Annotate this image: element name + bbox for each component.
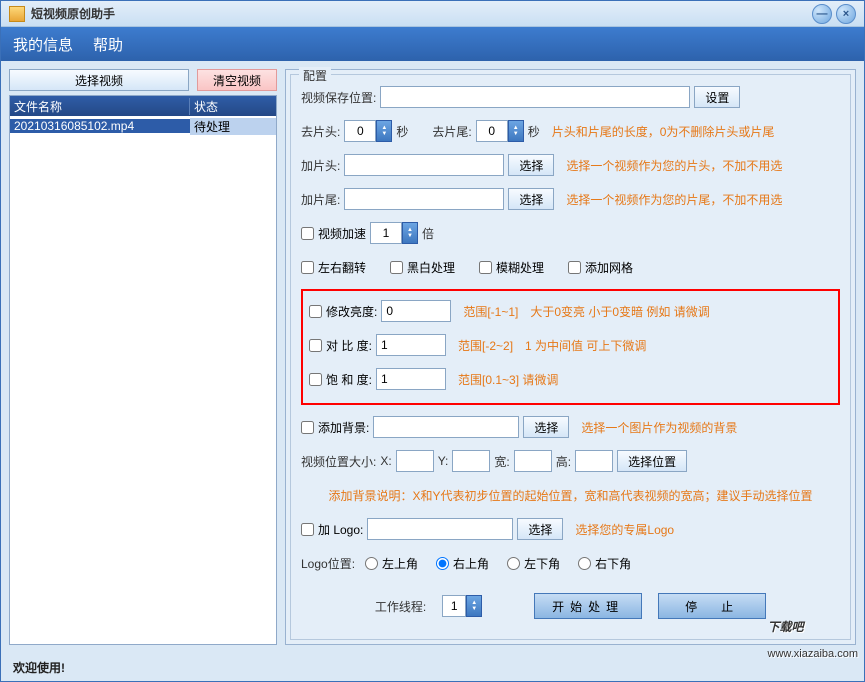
- titlebar: 短视频原创助手 — ×: [1, 1, 864, 27]
- chevron-updown-icon[interactable]: ▲▼: [466, 595, 482, 617]
- w-label: 宽:: [494, 453, 509, 470]
- adjustments-box: 修改亮度: 范围[-1~1] 大于0变亮 小于0变暗 例如 请微调 对 比 度:…: [301, 289, 840, 405]
- sec1: 秒: [396, 123, 408, 140]
- table-row[interactable]: 20210316085102.mp4 待处理: [10, 116, 276, 136]
- w-input[interactable]: [514, 450, 552, 472]
- stop-button[interactable]: 停 止: [658, 593, 766, 619]
- speed-checkbox[interactable]: 视频加速: [301, 225, 366, 242]
- file-table: 文件名称 状态 20210316085102.mp4 待处理: [9, 95, 277, 645]
- logo-pos-label: Logo位置:: [301, 555, 355, 572]
- bg-hint: 选择一个图片作为视频的背景: [581, 419, 737, 436]
- sec2: 秒: [528, 123, 540, 140]
- chevron-updown-icon[interactable]: ▲▼: [508, 120, 524, 142]
- bg-note: 添加背景说明：X和Y代表初步位置的起始位置，宽和高代表视频的宽高；建议手动选择位…: [328, 487, 812, 504]
- radio-lb[interactable]: 左下角: [507, 555, 560, 572]
- h-label: 高:: [556, 453, 571, 470]
- choose-bg-button[interactable]: 选择: [523, 416, 569, 438]
- choose-logo-button[interactable]: 选择: [517, 518, 563, 540]
- saturate-checkbox[interactable]: 饱 和 度:: [309, 371, 372, 388]
- menu-help[interactable]: 帮助: [93, 34, 123, 55]
- config-legend: 配置: [299, 67, 331, 84]
- logo-checkbox[interactable]: 加 Logo:: [301, 521, 363, 538]
- trim-tail-spinner[interactable]: ▲▼: [476, 120, 524, 142]
- speed-value[interactable]: [370, 222, 402, 244]
- y-input[interactable]: [452, 450, 490, 472]
- start-button[interactable]: 开始处理: [534, 593, 642, 619]
- logo-hint: 选择您的专属Logo: [575, 521, 674, 538]
- trim-tail-value[interactable]: [476, 120, 508, 142]
- radio-rb[interactable]: 右下角: [578, 555, 631, 572]
- statusbar: 欢迎使用!: [1, 653, 864, 681]
- logo-input[interactable]: [367, 518, 513, 540]
- trim-head-label: 去片头:: [301, 123, 340, 140]
- flip-checkbox[interactable]: 左右翻转: [301, 259, 366, 276]
- choose-tail-button[interactable]: 选择: [508, 188, 554, 210]
- brightness-checkbox[interactable]: 修改亮度:: [309, 303, 377, 320]
- radio-rt[interactable]: 右上角: [436, 555, 489, 572]
- window-title: 短视频原创助手: [31, 5, 115, 22]
- config-panel: 配置 视频保存位置: 设置 去片头: ▲▼ 秒 去片尾:: [285, 69, 856, 645]
- add-tail-input[interactable]: [344, 188, 504, 210]
- brightness-hint: 范围[-1~1] 大于0变亮 小于0变暗 例如 请微调: [463, 303, 709, 320]
- set-button[interactable]: 设置: [694, 86, 740, 108]
- app-icon: [9, 6, 25, 22]
- save-path-input[interactable]: [380, 86, 690, 108]
- minimize-button[interactable]: —: [812, 4, 832, 24]
- bg-checkbox[interactable]: 添加背景:: [301, 419, 369, 436]
- add-tail-label: 加片尾:: [301, 191, 340, 208]
- add-head-label: 加片头:: [301, 157, 340, 174]
- menubar: 我的信息 帮助: [1, 27, 864, 61]
- status-text: 欢迎使用!: [13, 659, 65, 676]
- h-input[interactable]: [575, 450, 613, 472]
- threads-value[interactable]: [442, 595, 466, 617]
- grid-checkbox[interactable]: 添加网格: [568, 259, 633, 276]
- speed-spinner[interactable]: ▲▼: [370, 222, 418, 244]
- contrast-checkbox[interactable]: 对 比 度:: [309, 337, 372, 354]
- x-input[interactable]: [396, 450, 434, 472]
- cell-filename: 20210316085102.mp4: [10, 119, 190, 133]
- trim-head-value[interactable]: [344, 120, 376, 142]
- radio-lt[interactable]: 左上角: [365, 555, 418, 572]
- col-filename: 文件名称: [10, 98, 190, 115]
- trim-hint: 片头和片尾的长度，0为不删除片头或片尾: [552, 123, 775, 140]
- threads-label: 工作线程:: [375, 598, 426, 615]
- choose-head-button[interactable]: 选择: [508, 154, 554, 176]
- save-path-label: 视频保存位置:: [301, 89, 376, 106]
- contrast-input[interactable]: [376, 334, 446, 356]
- left-panel: 选择视频 清空视频 文件名称 状态 20210316085102.mp4 待处理: [9, 69, 277, 645]
- threads-spinner[interactable]: ▲▼: [442, 595, 482, 617]
- select-video-button[interactable]: 选择视频: [9, 69, 189, 91]
- trim-head-spinner[interactable]: ▲▼: [344, 120, 392, 142]
- close-button[interactable]: ×: [836, 4, 856, 24]
- cell-status: 待处理: [190, 118, 276, 135]
- select-pos-button[interactable]: 选择位置: [617, 450, 687, 472]
- col-status: 状态: [190, 98, 276, 115]
- blur-checkbox[interactable]: 模糊处理: [479, 259, 544, 276]
- y-label: Y:: [438, 454, 449, 468]
- brightness-input[interactable]: [381, 300, 451, 322]
- saturate-input[interactable]: [376, 368, 446, 390]
- chevron-updown-icon[interactable]: ▲▼: [376, 120, 392, 142]
- add-tail-hint: 选择一个视频作为您的片尾，不加不用选: [566, 191, 782, 208]
- trim-tail-label: 去片尾:: [432, 123, 471, 140]
- bw-checkbox[interactable]: 黑白处理: [390, 259, 455, 276]
- add-head-input[interactable]: [344, 154, 504, 176]
- contrast-hint: 范围[-2~2] 1 为中间值 可上下微调: [458, 337, 646, 354]
- main-window: 短视频原创助手 — × 我的信息 帮助 选择视频 清空视频 文件名称 状态 20…: [0, 0, 865, 682]
- add-head-hint: 选择一个视频作为您的片头，不加不用选: [566, 157, 782, 174]
- x-label: X:: [380, 454, 391, 468]
- menu-myinfo[interactable]: 我的信息: [13, 34, 73, 55]
- clear-video-button[interactable]: 清空视频: [197, 69, 277, 91]
- times-label: 倍: [422, 225, 434, 242]
- bg-input[interactable]: [373, 416, 519, 438]
- pos-size-label: 视频位置大小:: [301, 453, 376, 470]
- saturate-hint: 范围[0.1~3] 请微调: [458, 371, 558, 388]
- chevron-updown-icon[interactable]: ▲▼: [402, 222, 418, 244]
